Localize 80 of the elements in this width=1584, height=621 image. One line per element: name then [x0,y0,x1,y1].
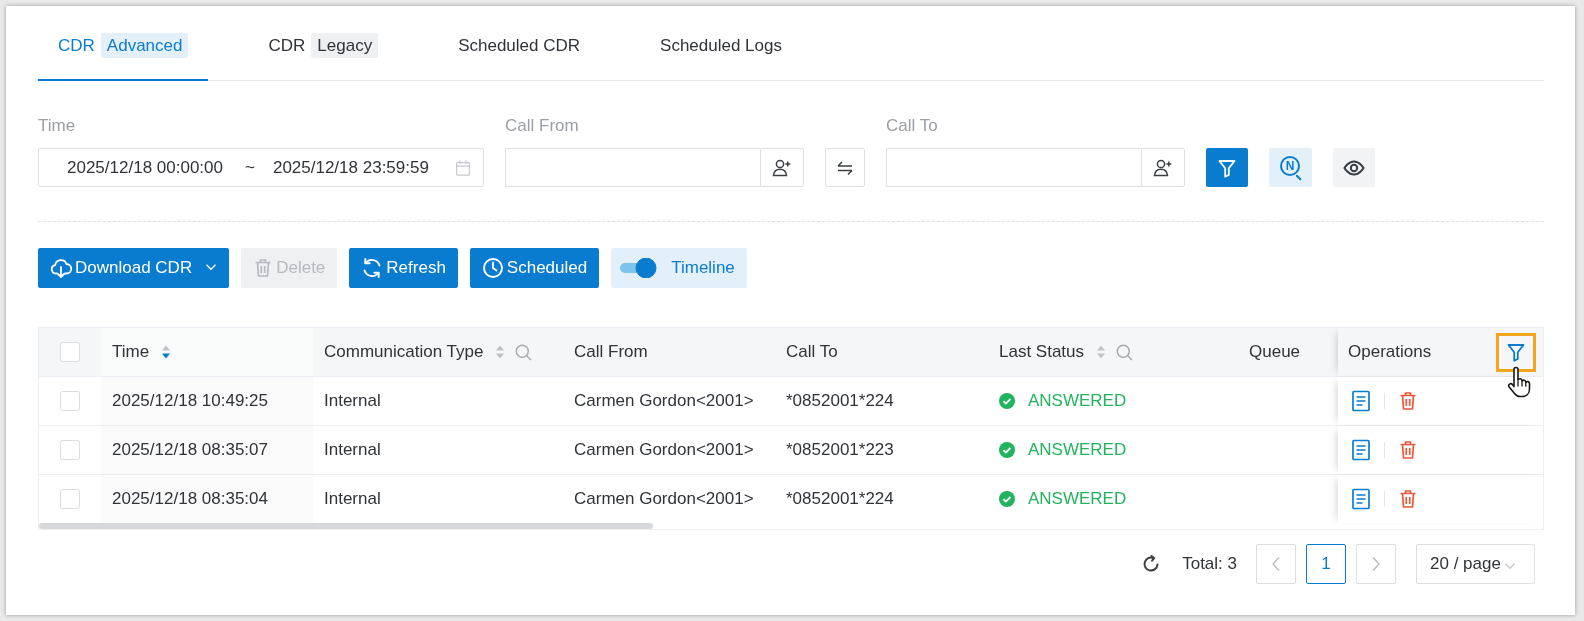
details-icon[interactable] [1351,390,1371,412]
details-icon[interactable] [1351,488,1371,510]
status-text: ANSWERED [1028,391,1127,411]
start-date-value[interactable]: 2025/12/18 00:00:00 [67,157,223,178]
field-label: Call From [505,115,579,137]
tab[interactable]: CDR Advanced [38,16,209,81]
advanced-search-button[interactable]: N [1269,148,1312,187]
call-to-field[interactable] [886,148,1141,187]
add-contact-button[interactable] [1141,148,1185,187]
column-header: Call From [574,342,648,362]
trash-icon[interactable] [1398,489,1418,509]
table-cell: 2025/12/18 10:49:25 [112,391,268,411]
call-from-field[interactable] [505,148,760,187]
download-cdr-button[interactable]: Download CDR [38,248,230,288]
table-cell: Internal [324,489,381,509]
check-circle-icon [999,393,1015,409]
add-user-icon [772,157,792,178]
check-circle-icon [999,491,1015,507]
end-date-value[interactable]: 2025/12/18 23:59:59 [272,157,429,178]
column-header: Communication Type [324,342,484,362]
row-checkbox[interactable] [60,391,80,411]
date-range-picker[interactable]: 2025/12/18 00:00:00 ~ 2025/12/18 23:59:59 [38,148,484,187]
swap-button[interactable] [825,148,865,187]
cloud-download-icon [50,257,72,279]
table-cell: *0852001*224 [786,489,894,509]
chevron-right-icon [1371,556,1381,572]
filter-icon [1506,342,1526,362]
timeline-toggle[interactable]: Timeline [611,248,747,288]
table-cell: *0852001*223 [786,440,894,460]
row-checkbox[interactable] [60,440,80,460]
table-cell: Carmen Gordon<2001> [574,391,754,411]
trash-icon[interactable] [1398,440,1418,460]
range-separator: ~ [245,157,255,178]
field-label: Call To [886,115,938,137]
table-cell: Carmen Gordon<2001> [574,489,754,509]
filter-icon [1217,157,1237,178]
select-all-checkbox[interactable] [60,342,80,362]
toggle-switch[interactable] [619,258,658,278]
tab-badge: Advanced [100,33,189,58]
column-header: Queue [1249,342,1301,362]
column-header: Last Status [999,342,1085,362]
table-cell: Internal [324,440,381,460]
table-cell: *0852001*224 [786,391,894,411]
total-count: Total: 3 [1182,554,1237,574]
page-button[interactable]: 1 [1306,544,1346,584]
scrollbar-thumb[interactable] [39,523,653,529]
search-icon[interactable] [515,343,533,361]
table-cell: Internal [324,391,381,411]
tab[interactable]: CDR Legacy [248,16,399,81]
table-cell: Carmen Gordon<2001> [574,440,754,460]
clock-icon [481,257,504,279]
column-filter-button[interactable] [1496,332,1536,372]
column-header: Time [112,342,150,362]
tab[interactable]: Scheduled CDR [438,16,601,81]
filter-button[interactable] [1206,148,1248,187]
status-text: ANSWERED [1028,440,1127,460]
row-checkbox[interactable] [60,489,80,509]
field-label: Time [38,115,76,137]
status-text: ANSWERED [1028,489,1127,509]
chevron-left-icon [1271,556,1281,572]
add-contact-button[interactable] [760,148,804,187]
trash-icon[interactable] [1398,391,1418,411]
tab[interactable]: Scheduled Logs [640,16,802,81]
refresh-button[interactable]: Refresh [349,248,458,288]
scheduled-button[interactable]: Scheduled [469,248,600,288]
table-cell: 2025/12/18 08:35:07 [112,440,268,460]
reload-icon[interactable] [1142,555,1161,573]
check-circle-icon [999,442,1015,458]
page-size-select[interactable]: 20 / page [1416,544,1535,584]
tab-badge: Legacy [311,33,379,58]
search-icon[interactable] [1116,343,1134,361]
visibility-button[interactable] [1333,148,1375,187]
details-icon[interactable] [1351,439,1371,461]
add-user-icon [1153,157,1173,178]
column-header: Operations [1348,342,1432,362]
column-header: Call To [786,342,838,362]
trash-icon [253,258,274,278]
table-cell: 2025/12/18 08:35:04 [112,489,268,509]
calendar-icon [455,159,471,176]
sort-icon[interactable] [161,344,172,360]
